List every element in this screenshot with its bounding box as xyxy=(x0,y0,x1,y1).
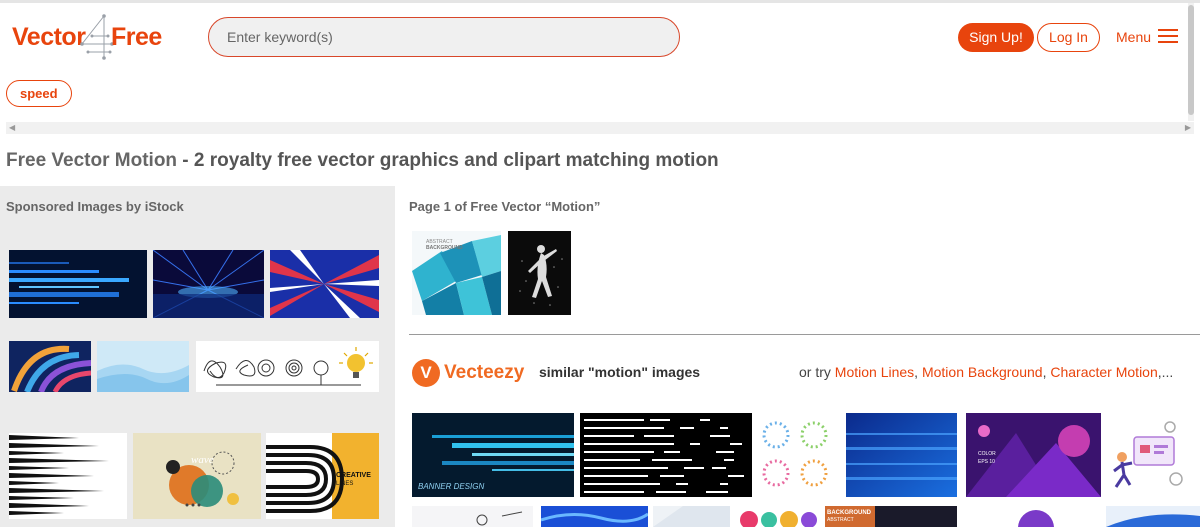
login-button[interactable]: Log In xyxy=(1037,23,1100,52)
logo-word-free: Free xyxy=(111,23,162,51)
background-text: BACKGROUND xyxy=(827,510,872,516)
vecteezy-thumb-design-card[interactable] xyxy=(653,506,730,527)
sponsored-panel: Sponsored Images by iStock wave CREATIVE… xyxy=(0,186,395,527)
signup-button[interactable]: Sign Up! xyxy=(958,23,1034,52)
vecteezy-thumb-background-abstract[interactable]: BACKGROUND ABSTRACT xyxy=(825,506,957,527)
result-thumb-dancer-silhouette[interactable] xyxy=(508,231,571,315)
vecteezy-brand[interactable]: Vecteezy xyxy=(444,362,524,384)
vecteezy-thumb-purple-geometric[interactable]: COLOR EPS 10 xyxy=(966,413,1101,497)
menu-label[interactable]: Menu xyxy=(1116,29,1151,45)
banner-design-text: BANNER DESIGN xyxy=(418,482,484,491)
vecteezy-thumb-pixel-lines[interactable] xyxy=(580,413,752,497)
tag-speed[interactable]: speed xyxy=(6,80,72,107)
vertical-scrollbar[interactable] xyxy=(1188,3,1194,121)
sponsored-thumb-speed-lines[interactable] xyxy=(9,433,127,519)
vecteezy-thumb-running-person[interactable] xyxy=(1106,413,1186,497)
or-try-label: or try xyxy=(799,364,831,380)
suggestion-link-motion-background[interactable]: Motion Background xyxy=(922,364,1043,380)
sponsored-thumb-blue-speed[interactable] xyxy=(9,250,147,318)
scroll-left-arrow-icon[interactable]: ◀ xyxy=(9,123,15,132)
similar-images-label: similar "motion" images xyxy=(539,364,701,380)
vecteezy-thumb-banner-design[interactable]: BANNER DESIGN xyxy=(412,413,574,497)
vecteezy-thumb-colorful-shapes[interactable] xyxy=(739,506,820,527)
logo-word-vector: Vector xyxy=(12,23,86,51)
vecteezy-thumb-blue-wave[interactable] xyxy=(541,506,648,527)
top-border xyxy=(0,0,1200,3)
page-title-rest: - 2 royalty free vector graphics and cli… xyxy=(177,150,719,171)
scroll-right-arrow-icon[interactable]: ▶ xyxy=(1185,123,1191,132)
color-text: COLOR xyxy=(978,451,996,457)
suggestion-ellipsis: ... xyxy=(1161,364,1174,380)
abstract-text: ABSTRACT xyxy=(827,517,854,523)
sponsored-thumb-blue-tunnel[interactable] xyxy=(153,250,264,318)
sponsored-title: Sponsored Images by iStock xyxy=(6,199,184,214)
vecteezy-logo-icon[interactable]: V xyxy=(412,359,440,387)
search-box xyxy=(208,17,680,57)
vecteezy-thumb-sketch[interactable] xyxy=(412,506,533,527)
section-divider xyxy=(409,334,1200,335)
suggestion-link-character-motion[interactable]: Character Motion xyxy=(1050,364,1157,380)
scrollbar-thumb[interactable] xyxy=(1188,5,1194,115)
creative-text: CREATIVE xyxy=(336,472,371,479)
sponsored-thumb-wave-poster[interactable]: wave xyxy=(133,433,261,519)
sponsored-thumb-comic-burst[interactable] xyxy=(270,250,379,318)
vecteezy-thumb-purple-partial[interactable] xyxy=(966,506,1101,527)
suggestion-link-motion-lines[interactable]: Motion Lines xyxy=(835,364,914,380)
logo-digit-icon xyxy=(80,14,114,60)
wave-text: wave xyxy=(191,454,214,466)
result-thumb-abstract-background[interactable]: ABSTRACT BACKGROUND xyxy=(412,231,501,315)
page-title: Free Vector Motion - 2 royalty free vect… xyxy=(6,150,719,172)
sponsored-thumb-creative-lines[interactable]: CREATIVE LINES xyxy=(266,433,379,519)
page-label: Page 1 of Free Vector “Motion” xyxy=(409,199,601,214)
page-title-bold: Free Vector Motion xyxy=(6,150,178,171)
sponsored-thumb-tangled-lines[interactable] xyxy=(196,341,379,392)
sponsored-thumb-colorful-curves[interactable] xyxy=(9,341,91,392)
vector4free-logo[interactable]: Vector Free xyxy=(12,14,172,60)
lines-text: LINES xyxy=(336,481,353,487)
abstract-text-2: BACKGROUND xyxy=(426,245,463,251)
vecteezy-thumb-dotted-spirals[interactable] xyxy=(756,413,836,497)
vecteezy-thumb-blue-partial[interactable] xyxy=(1106,506,1200,527)
sponsored-thumb-light-waves[interactable] xyxy=(97,341,189,392)
eps-text: EPS 10 xyxy=(978,459,995,465)
search-input[interactable] xyxy=(209,18,679,56)
vecteezy-thumb-blue-gradient[interactable] xyxy=(846,413,957,497)
horizontal-scrollbar[interactable]: ◀ ▶ xyxy=(6,122,1194,134)
hamburger-menu-icon[interactable] xyxy=(1158,29,1178,44)
results-panel: Page 1 of Free Vector “Motion” ABSTRACT … xyxy=(395,186,1200,527)
or-try-suggestions: or try Motion Lines, Motion Background, … xyxy=(799,364,1174,380)
